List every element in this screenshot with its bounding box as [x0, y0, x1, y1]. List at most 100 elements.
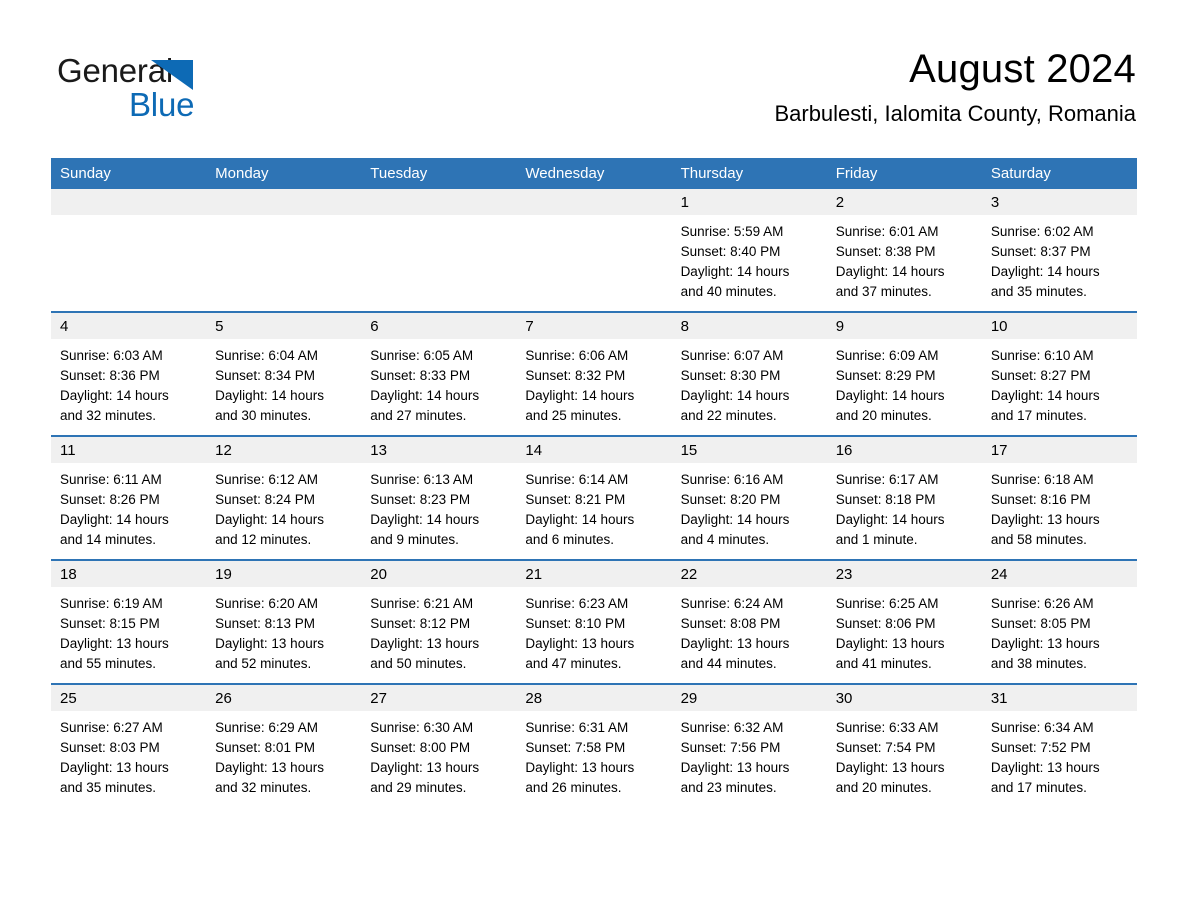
calendar-day-cell[interactable]: 8 Sunrise: 6:07 AM Sunset: 8:30 PM Daylight…	[671, 311, 827, 436]
calendar-day-cell[interactable]: 10 Sunrise: 6:10 AM Sunset: 8:27 PM Dayligh…	[981, 311, 1137, 436]
day-details: Sunrise: 6:06 AM Sunset: 8:32 PM Daylight:…	[516, 339, 671, 426]
calendar-day-cell[interactable]: 29 Sunrise: 6:32 AM Sunset: 7:56 PM Dayligh…	[671, 683, 827, 807]
calendar-day-cell[interactable]: 1 Sunrise: 5:59 AM Sunset: 8:40 PM Daylight…	[671, 189, 827, 312]
calendar-day-cell[interactable]: 27 Sunrise: 6:30 AM Sunset: 8:00 PM Dayligh…	[361, 683, 517, 807]
calendar-day-cell[interactable]: 3 Sunrise: 6:02 AM Sunset: 8:37 PM Daylight…	[981, 189, 1137, 312]
daylight-text-line1: Daylight: 14 hours	[835, 512, 945, 527]
day-number: 18	[51, 561, 207, 587]
daylight-text-line1: Daylight: 14 hours	[370, 512, 480, 527]
weekday-header-saturday: Saturday	[981, 158, 1137, 189]
daylight-text-line1: Daylight: 14 hours	[525, 512, 635, 527]
sunset-text: Sunset: 7:56 PM	[680, 740, 781, 755]
weekday-header-wednesday: Wednesday	[516, 158, 672, 189]
day-number	[361, 189, 517, 215]
daylight-text-line1: Daylight: 13 hours	[370, 636, 480, 651]
sunrise-text: Sunrise: 6:02 AM	[990, 224, 1094, 239]
day-number: 9	[826, 313, 982, 339]
day-details: Sunrise: 6:04 AM Sunset: 8:34 PM Daylight:…	[206, 339, 361, 426]
day-number: 6	[361, 313, 517, 339]
daylight-text-line1: Daylight: 14 hours	[990, 264, 1100, 279]
day-details: Sunrise: 6:11 AM Sunset: 8:26 PM Daylight:…	[51, 463, 206, 550]
day-number: 10	[981, 313, 1137, 339]
sunrise-text: Sunrise: 6:20 AM	[215, 596, 318, 611]
sunrise-text: Sunrise: 6:17 AM	[835, 472, 939, 487]
calendar-day-cell[interactable]: 14 Sunrise: 6:14 AM Sunset: 8:21 PM Dayligh…	[516, 435, 672, 560]
calendar-day-cell[interactable]: 22 Sunrise: 6:24 AM Sunset: 8:08 PM Dayligh…	[671, 559, 827, 684]
day-number: 14	[516, 437, 672, 463]
calendar-day-cell[interactable]: 30 Sunrise: 6:33 AM Sunset: 7:54 PM Dayligh…	[826, 683, 982, 807]
sunrise-text: Sunrise: 6:16 AM	[680, 472, 784, 487]
daylight-text-line1: Daylight: 13 hours	[60, 636, 169, 651]
calendar-day-cell[interactable]: 7 Sunrise: 6:06 AM Sunset: 8:32 PM Daylight…	[516, 311, 672, 436]
calendar-day-cell-empty	[516, 189, 672, 312]
calendar-day-cell[interactable]: 15 Sunrise: 6:16 AM Sunset: 8:20 PM Dayligh…	[671, 435, 827, 560]
daylight-text-line1: Daylight: 14 hours	[835, 388, 945, 403]
sunset-text: Sunset: 8:13 PM	[215, 616, 315, 631]
calendar-day-cell[interactable]: 16 Sunrise: 6:17 AM Sunset: 8:18 PM Dayligh…	[826, 435, 982, 560]
calendar-day-cell[interactable]: 5 Sunrise: 6:04 AM Sunset: 8:34 PM Daylight…	[206, 311, 362, 436]
daylight-text-line2: and 38 minutes.	[990, 656, 1087, 671]
calendar-day-cell[interactable]: 12 Sunrise: 6:12 AM Sunset: 8:24 PM Dayligh…	[206, 435, 362, 560]
daylight-text-line2: and 14 minutes.	[60, 532, 157, 547]
day-number: 11	[51, 437, 207, 463]
day-number: 12	[206, 437, 362, 463]
calendar-day-cell[interactable]: 18 Sunrise: 6:19 AM Sunset: 8:15 PM Dayligh…	[51, 559, 207, 684]
generalblue-logo[interactable]: General Blue	[57, 52, 277, 132]
page-header: General Blue August 2024 Barbulesti, Ial…	[0, 0, 1188, 150]
calendar-day-cell[interactable]: 6 Sunrise: 6:05 AM Sunset: 8:33 PM Daylight…	[361, 311, 517, 436]
daylight-text-line2: and 29 minutes.	[370, 780, 467, 795]
daylight-text-line1: Daylight: 14 hours	[680, 388, 790, 403]
sunrise-text: Sunrise: 6:29 AM	[215, 720, 318, 735]
day-details: Sunrise: 6:02 AM Sunset: 8:37 PM Daylight:…	[982, 215, 1137, 302]
calendar-day-cell[interactable]: 23 Sunrise: 6:25 AM Sunset: 8:06 PM Dayligh…	[826, 559, 982, 684]
sunrise-text: Sunrise: 6:12 AM	[215, 472, 318, 487]
calendar-header-row-group: Sunday Monday Tuesday Wednesday Thursday…	[51, 158, 1137, 189]
calendar-day-cell[interactable]: 21 Sunrise: 6:23 AM Sunset: 8:10 PM Dayligh…	[516, 559, 672, 684]
day-details: Sunrise: 6:31 AM Sunset: 7:58 PM Daylight:…	[516, 711, 671, 798]
calendar-day-cell[interactable]: 26 Sunrise: 6:29 AM Sunset: 8:01 PM Dayligh…	[206, 683, 362, 807]
day-number: 3	[981, 189, 1137, 215]
calendar-day-cell[interactable]: 2 Sunrise: 6:01 AM Sunset: 8:38 PM Daylight…	[826, 189, 982, 312]
day-number: 7	[516, 313, 672, 339]
daylight-text-line1: Daylight: 13 hours	[990, 512, 1100, 527]
calendar-day-cell[interactable]: 24 Sunrise: 6:26 AM Sunset: 8:05 PM Dayligh…	[981, 559, 1137, 684]
day-details: Sunrise: 6:13 AM Sunset: 8:23 PM Daylight:…	[361, 463, 516, 550]
sunrise-text: Sunrise: 6:13 AM	[370, 472, 474, 487]
sunrise-text: Sunrise: 6:19 AM	[60, 596, 163, 611]
day-number: 31	[981, 685, 1137, 711]
calendar-day-cell[interactable]: 9 Sunrise: 6:09 AM Sunset: 8:29 PM Daylight…	[826, 311, 982, 436]
day-details: Sunrise: 6:32 AM Sunset: 7:56 PM Daylight:…	[672, 711, 827, 798]
daylight-text-line2: and 27 minutes.	[370, 408, 467, 423]
sunrise-text: Sunrise: 6:26 AM	[990, 596, 1094, 611]
day-number: 27	[361, 685, 517, 711]
sunset-text: Sunset: 8:33 PM	[370, 368, 471, 383]
daylight-text-line2: and 55 minutes.	[60, 656, 157, 671]
calendar-page: General Blue August 2024 Barbulesti, Ial…	[0, 0, 1188, 918]
day-number: 22	[671, 561, 827, 587]
weekday-header-monday: Monday	[206, 158, 362, 189]
sunrise-text: Sunrise: 6:18 AM	[990, 472, 1094, 487]
calendar-day-cell-empty	[206, 189, 362, 312]
sunrise-text: Sunrise: 6:33 AM	[835, 720, 939, 735]
calendar-week-row: 18 Sunrise: 6:19 AM Sunset: 8:15 PM Dayligh…	[51, 559, 1137, 684]
calendar-day-cell[interactable]: 4 Sunrise: 6:03 AM Sunset: 8:36 PM Daylight…	[51, 311, 207, 436]
daylight-text-line2: and 20 minutes.	[835, 780, 932, 795]
daylight-text-line1: Daylight: 14 hours	[60, 512, 169, 527]
daylight-text-line1: Daylight: 14 hours	[525, 388, 635, 403]
calendar-day-cell[interactable]: 17 Sunrise: 6:18 AM Sunset: 8:16 PM Dayligh…	[981, 435, 1137, 560]
daylight-text-line1: Daylight: 13 hours	[525, 636, 635, 651]
calendar-day-cell[interactable]: 19 Sunrise: 6:20 AM Sunset: 8:13 PM Dayligh…	[206, 559, 362, 684]
day-details: Sunrise: 6:09 AM Sunset: 8:29 PM Daylight:…	[827, 339, 982, 426]
daylight-text-line1: Daylight: 13 hours	[525, 760, 635, 775]
calendar-day-cell[interactable]: 31 Sunrise: 6:34 AM Sunset: 7:52 PM Dayligh…	[981, 683, 1137, 807]
calendar-day-cell[interactable]: 28 Sunrise: 6:31 AM Sunset: 7:58 PM Dayligh…	[516, 683, 672, 807]
sunrise-text: Sunrise: 6:09 AM	[835, 348, 939, 363]
calendar-week-row: 11 Sunrise: 6:11 AM Sunset: 8:26 PM Dayligh…	[51, 435, 1137, 560]
calendar-day-cell[interactable]: 25 Sunrise: 6:27 AM Sunset: 8:03 PM Dayligh…	[51, 683, 207, 807]
daylight-text-line2: and 44 minutes.	[680, 656, 777, 671]
calendar-day-cell[interactable]: 13 Sunrise: 6:13 AM Sunset: 8:23 PM Dayligh…	[361, 435, 517, 560]
calendar-day-cell[interactable]: 11 Sunrise: 6:11 AM Sunset: 8:26 PM Dayligh…	[51, 435, 207, 560]
sunrise-text: Sunrise: 5:59 AM	[680, 224, 784, 239]
calendar-day-cell[interactable]: 20 Sunrise: 6:21 AM Sunset: 8:12 PM Dayligh…	[361, 559, 517, 684]
daylight-text-line1: Daylight: 13 hours	[835, 636, 945, 651]
